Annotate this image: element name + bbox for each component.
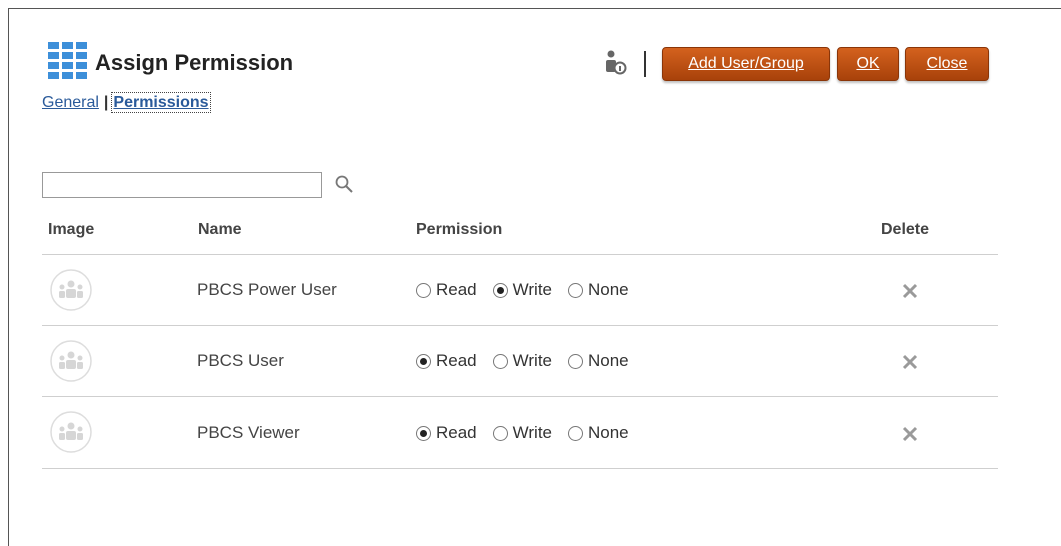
column-header-name: Name — [198, 221, 242, 238]
group-avatar-icon — [50, 340, 92, 382]
header-divider — [42, 254, 998, 255]
radio-none-circle[interactable] — [568, 353, 583, 369]
radio-read-circle[interactable] — [416, 353, 431, 369]
radio-none-circle[interactable] — [568, 425, 583, 441]
column-header-image: Image — [48, 221, 95, 238]
radio-write-label: Write — [512, 351, 552, 370]
table-row-name: PBCS Viewer — [197, 423, 300, 442]
radio-write[interactable]: Write — [492, 423, 552, 443]
radio-none-circle[interactable] — [568, 282, 583, 298]
grid-icon — [48, 42, 87, 79]
radio-read[interactable]: Read — [416, 423, 477, 443]
radio-read[interactable]: Read — [416, 351, 477, 371]
radio-none[interactable]: None — [568, 423, 629, 443]
delete-icon[interactable] — [900, 281, 920, 301]
dialog-frame — [8, 8, 1061, 546]
search-icon[interactable] — [333, 174, 357, 196]
tab-general[interactable]: General — [42, 94, 99, 111]
close-button[interactable]: Close — [905, 47, 989, 81]
page-title: Assign Permission — [95, 50, 294, 75]
tab-permissions[interactable]: Permissions — [111, 92, 211, 113]
radio-read[interactable]: Read — [416, 280, 477, 300]
radio-write[interactable]: Write — [492, 351, 552, 371]
delete-icon[interactable] — [900, 352, 920, 372]
radio-write-label: Write — [512, 423, 552, 442]
ok-label: OK — [856, 55, 880, 72]
row-divider — [42, 396, 998, 397]
add-user-group-button[interactable]: Add User/Group — [662, 47, 830, 81]
radio-write-circle[interactable] — [492, 353, 508, 369]
search-input[interactable] — [42, 172, 322, 198]
close-label: Close — [926, 55, 968, 72]
toolbar-divider — [644, 51, 646, 77]
radio-none-label: None — [588, 423, 629, 442]
row-divider — [42, 325, 998, 326]
row-divider — [42, 468, 998, 469]
user-info-icon[interactable] — [605, 50, 627, 76]
column-header-permission: Permission — [416, 221, 503, 238]
delete-icon[interactable] — [900, 424, 920, 444]
radio-read-circle[interactable] — [416, 282, 431, 298]
radio-write[interactable]: Write — [492, 280, 552, 300]
radio-none[interactable]: None — [568, 351, 629, 371]
radio-none[interactable]: None — [568, 280, 629, 300]
radio-write-label: Write — [512, 280, 552, 299]
permission-radio-group: Read Write None — [416, 280, 645, 300]
radio-none-label: None — [588, 351, 629, 370]
radio-write-circle[interactable] — [492, 425, 508, 441]
radio-read-label: Read — [436, 280, 477, 299]
radio-write-circle[interactable] — [492, 282, 508, 298]
table-row-name: PBCS Power User — [197, 280, 337, 299]
breadcrumb: General | Permissions — [42, 92, 211, 113]
group-avatar-icon — [50, 411, 92, 453]
tab-separator: | — [103, 94, 109, 111]
radio-read-label: Read — [436, 351, 477, 370]
permission-radio-group: Read Write None — [416, 351, 645, 371]
ok-button[interactable]: OK — [837, 47, 899, 81]
add-user-group-label: Add User/Group — [688, 55, 804, 72]
radio-read-circle[interactable] — [416, 425, 431, 441]
radio-read-label: Read — [436, 423, 477, 442]
permission-radio-group: Read Write None — [416, 423, 645, 443]
radio-none-label: None — [588, 280, 629, 299]
column-header-delete: Delete — [881, 221, 930, 238]
group-avatar-icon — [50, 269, 92, 311]
table-row-name: PBCS User — [197, 351, 284, 370]
